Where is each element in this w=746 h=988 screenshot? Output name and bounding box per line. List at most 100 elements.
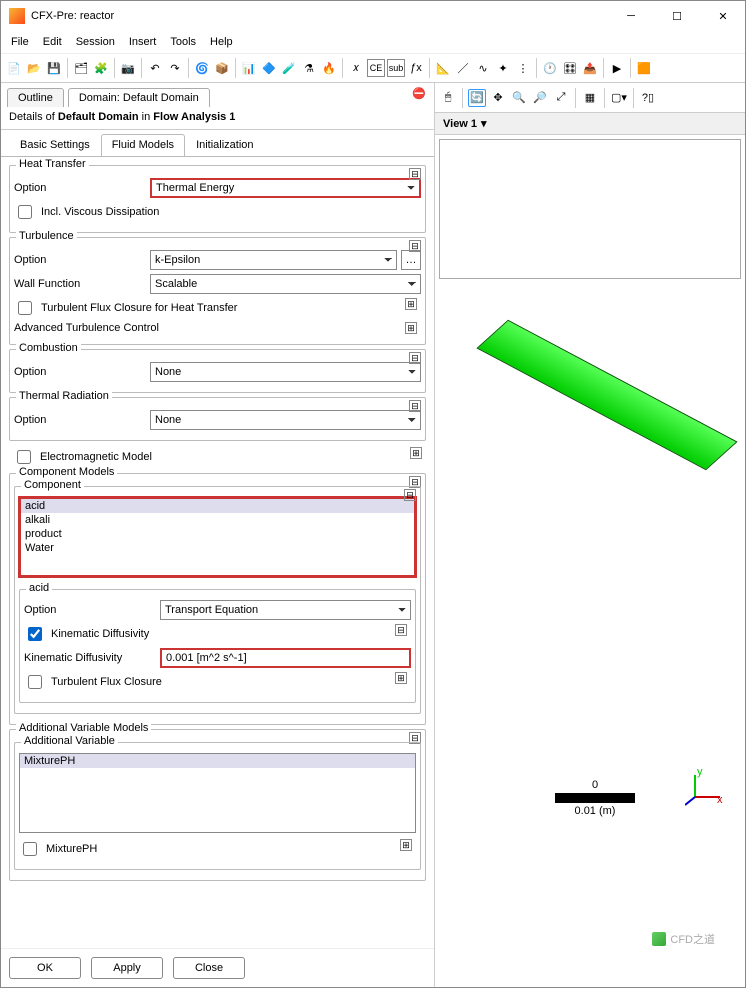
- subtab-fluid-models[interactable]: Fluid Models: [101, 134, 185, 157]
- expand-icon[interactable]: ⊞: [405, 322, 417, 334]
- svg-text:y: y: [697, 767, 703, 778]
- turbulence-option[interactable]: k-Epsilon: [150, 250, 397, 270]
- list-item[interactable]: alkali: [21, 513, 414, 527]
- axis-triad: yx: [685, 767, 725, 807]
- output-icon[interactable]: 📤: [581, 59, 599, 77]
- control-icon[interactable]: 🎛: [561, 59, 579, 77]
- sub-icon[interactable]: sub: [387, 59, 405, 77]
- combustion-group: Combustion ⊟ Option None: [9, 349, 426, 393]
- zoom-icon[interactable]: 🔍: [510, 89, 528, 107]
- minimize-button[interactable]: ─: [617, 10, 645, 23]
- expand-icon[interactable]: ⊞: [400, 839, 412, 851]
- point-icon[interactable]: ✦: [494, 59, 512, 77]
- layer-icon[interactable]: 🟧: [635, 59, 653, 77]
- menubar: File Edit Session Insert Tools Help: [1, 31, 745, 53]
- collapse-icon[interactable]: ⊟: [409, 352, 421, 364]
- collapse-icon[interactable]: ⊟: [395, 624, 407, 636]
- menu-session[interactable]: Session: [76, 36, 115, 48]
- additional-variable-list[interactable]: MixturePH: [19, 753, 416, 833]
- redo-icon[interactable]: ↷: [166, 59, 184, 77]
- collapse-icon[interactable]: ⊟: [409, 400, 421, 412]
- expression-icon[interactable]: 𝑥: [347, 59, 365, 77]
- open-icon[interactable]: 📂: [25, 59, 43, 77]
- expand-icon[interactable]: ⊞: [410, 447, 422, 459]
- apply-button[interactable]: Apply: [91, 957, 163, 979]
- collapse-icon[interactable]: ⊟: [404, 489, 416, 501]
- wireframe-icon[interactable]: ▢▾: [610, 89, 628, 107]
- thermal-radiation-option[interactable]: None: [150, 410, 421, 430]
- tab-close-icon[interactable]: ⛔: [412, 87, 426, 100]
- collapse-icon[interactable]: ⊟: [409, 240, 421, 252]
- material-icon[interactable]: ⚗: [300, 59, 318, 77]
- tab-domain[interactable]: Domain: Default Domain: [68, 88, 210, 107]
- list-item[interactable]: product: [21, 527, 414, 541]
- time-icon[interactable]: 🕐: [541, 59, 559, 77]
- mixtureph-check[interactable]: [23, 842, 37, 856]
- save-icon[interactable]: 💾: [45, 59, 63, 77]
- fit-icon[interactable]: ⤢: [552, 89, 570, 107]
- expand-icon[interactable]: ⊞: [395, 672, 407, 684]
- ok-button[interactable]: OK: [9, 957, 81, 979]
- flame-icon[interactable]: 🔥: [320, 59, 338, 77]
- run-icon[interactable]: ▶: [608, 59, 626, 77]
- rotate-icon[interactable]: 🔄: [468, 89, 486, 107]
- turbulence-group: Turbulence ⊟ Option k-Epsilon … Wall Fun…: [9, 237, 426, 345]
- zoom-box-icon[interactable]: 🔎: [531, 89, 549, 107]
- component-option[interactable]: Transport Equation: [160, 600, 411, 620]
- turbo-icon[interactable]: 🌀: [193, 59, 211, 77]
- turb-flux-closure-check[interactable]: [28, 675, 42, 689]
- highlight-icon[interactable]: ▦: [581, 89, 599, 107]
- pan-icon[interactable]: ✥: [489, 89, 507, 107]
- component-list[interactable]: acid alkali product Water: [19, 497, 416, 577]
- mesh-icon[interactable]: 🗂: [72, 59, 90, 77]
- component-subgroup: Component ⊟ acid alkali product Water ac…: [14, 486, 421, 714]
- combustion-option[interactable]: None: [150, 362, 421, 382]
- analysis-icon[interactable]: 📊: [240, 59, 258, 77]
- expand-icon[interactable]: ⊞: [405, 298, 417, 310]
- reaction-icon[interactable]: 🧪: [280, 59, 298, 77]
- menu-edit[interactable]: Edit: [43, 36, 62, 48]
- menu-file[interactable]: File: [11, 36, 29, 48]
- maximize-button[interactable]: ☐: [663, 10, 691, 23]
- assembly-icon[interactable]: 🧩: [92, 59, 110, 77]
- close-panel-button[interactable]: Close: [173, 957, 245, 979]
- list-item[interactable]: Water: [21, 541, 414, 555]
- mini-viewport[interactable]: [439, 139, 741, 279]
- turb-flux-heat-check[interactable]: [18, 301, 32, 315]
- view-header[interactable]: View 1▾: [435, 113, 745, 135]
- viscous-dissipation-check[interactable]: [18, 205, 32, 219]
- menu-tools[interactable]: Tools: [170, 36, 196, 48]
- geometry-model: [476, 320, 737, 471]
- line-icon[interactable]: ／: [454, 59, 472, 77]
- list-item[interactable]: acid: [21, 499, 414, 513]
- tab-outline[interactable]: Outline: [7, 88, 64, 107]
- select-icon[interactable]: 🖱: [439, 89, 457, 107]
- menu-insert[interactable]: Insert: [129, 36, 157, 48]
- boundary-icon[interactable]: 📐: [434, 59, 452, 77]
- wall-function-option[interactable]: Scalable: [150, 274, 421, 294]
- curve-icon[interactable]: ∿: [474, 59, 492, 77]
- em-model-check[interactable]: [17, 450, 31, 464]
- subtab-initialization[interactable]: Initialization: [185, 134, 264, 157]
- subtab-basic[interactable]: Basic Settings: [9, 134, 101, 157]
- fx-icon[interactable]: ƒx: [407, 59, 425, 77]
- kinematic-diff-input[interactable]: [160, 648, 411, 668]
- vector-icon[interactable]: ⋮: [514, 59, 532, 77]
- box-icon[interactable]: 📦: [213, 59, 231, 77]
- domain-icon[interactable]: 🔷: [260, 59, 278, 77]
- menu-help[interactable]: Help: [210, 36, 233, 48]
- close-button[interactable]: ✕: [709, 10, 737, 23]
- list-item[interactable]: MixturePH: [20, 754, 415, 768]
- viewport-3d[interactable]: 0 0.01 (m) yx CFD之道: [435, 135, 745, 987]
- turbulence-more-button[interactable]: …: [401, 250, 421, 270]
- new-icon[interactable]: 📄: [5, 59, 23, 77]
- undo-icon[interactable]: ↶: [146, 59, 164, 77]
- collapse-icon[interactable]: ⊟: [409, 168, 421, 180]
- acid-group: acid Option Transport Equation Kinematic…: [19, 589, 416, 703]
- cel-icon[interactable]: CE: [367, 59, 385, 77]
- heat-transfer-option[interactable]: Thermal Energy: [150, 178, 421, 198]
- kinematic-diff-check[interactable]: [28, 627, 42, 641]
- camera-icon[interactable]: 📷: [119, 59, 137, 77]
- help-icon[interactable]: ?▯: [639, 89, 657, 107]
- window-title: CFX-Pre: reactor: [31, 10, 114, 22]
